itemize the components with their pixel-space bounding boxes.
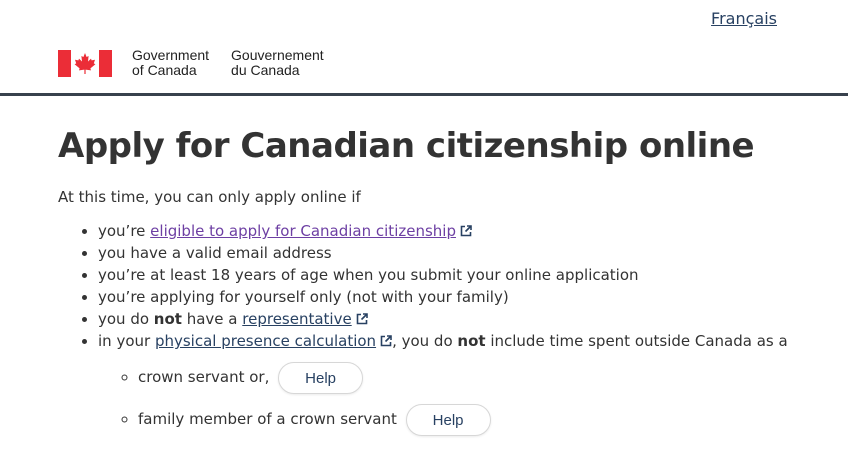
gov-en-line1: Government	[132, 47, 210, 63]
eligibility-list: you’re eligible to apply for Canadian ci…	[58, 220, 828, 444]
item-text: you have a valid email address	[98, 244, 332, 262]
government-of-canada-wordmark[interactable]: Government of Canada	[132, 48, 209, 78]
external-link-icon	[356, 313, 368, 325]
header-divider	[0, 93, 848, 96]
list-item: crown servant or, Help	[138, 360, 828, 394]
site-header: Government of Canada Gouvernement du Can…	[58, 48, 324, 78]
gov-en-line2: of Canada	[132, 62, 197, 78]
item-text: you’re at least 18 years of age when you…	[98, 266, 639, 284]
canada-flag-icon	[58, 50, 112, 77]
item-text: you do	[98, 310, 154, 328]
crown-servant-sublist: crown servant or, Help family member of …	[98, 360, 828, 436]
list-item: you have a valid email address	[98, 242, 828, 264]
item-text: include time spent outside Canada as a	[485, 332, 788, 350]
list-item: you do not have a representative	[98, 308, 828, 330]
emphasis-not: not	[457, 332, 486, 350]
representative-link[interactable]: representative	[242, 310, 351, 328]
intro-text: At this time, you can only apply online …	[58, 188, 361, 206]
gouvernement-du-canada-wordmark[interactable]: Gouvernement du Canada	[231, 48, 324, 78]
list-item: in your physical presence calculation , y…	[98, 330, 828, 436]
page-title: Apply for Canadian citizenship online	[58, 126, 755, 166]
family-member-help-button[interactable]: Help	[405, 403, 491, 436]
crown-servant-help-button[interactable]: Help	[278, 361, 363, 394]
item-text: crown servant or,	[138, 368, 270, 386]
item-text: you’re applying for yourself only (not w…	[98, 288, 509, 306]
language-toggle-link[interactable]: Français	[711, 9, 777, 28]
list-item: you’re applying for yourself only (not w…	[98, 286, 828, 308]
list-item: you’re eligible to apply for Canadian ci…	[98, 220, 828, 242]
external-link-icon	[380, 335, 392, 347]
emphasis-not: not	[153, 310, 182, 328]
item-text: have a	[181, 310, 243, 328]
external-link-icon	[460, 225, 472, 237]
gov-fr-line2: du Canada	[231, 62, 300, 78]
item-text: in your	[98, 332, 155, 350]
item-text: family member of a crown servant	[138, 410, 397, 428]
gov-fr-line1: Gouvernement	[231, 47, 324, 63]
item-text: , you do	[392, 332, 458, 350]
physical-presence-link[interactable]: physical presence calculation	[155, 332, 376, 350]
list-item: you’re at least 18 years of age when you…	[98, 264, 828, 286]
list-item: family member of a crown servant Help	[138, 402, 828, 436]
item-text: you’re	[98, 222, 151, 240]
eligibility-link[interactable]: eligible to apply for Canadian citizensh…	[150, 222, 456, 240]
